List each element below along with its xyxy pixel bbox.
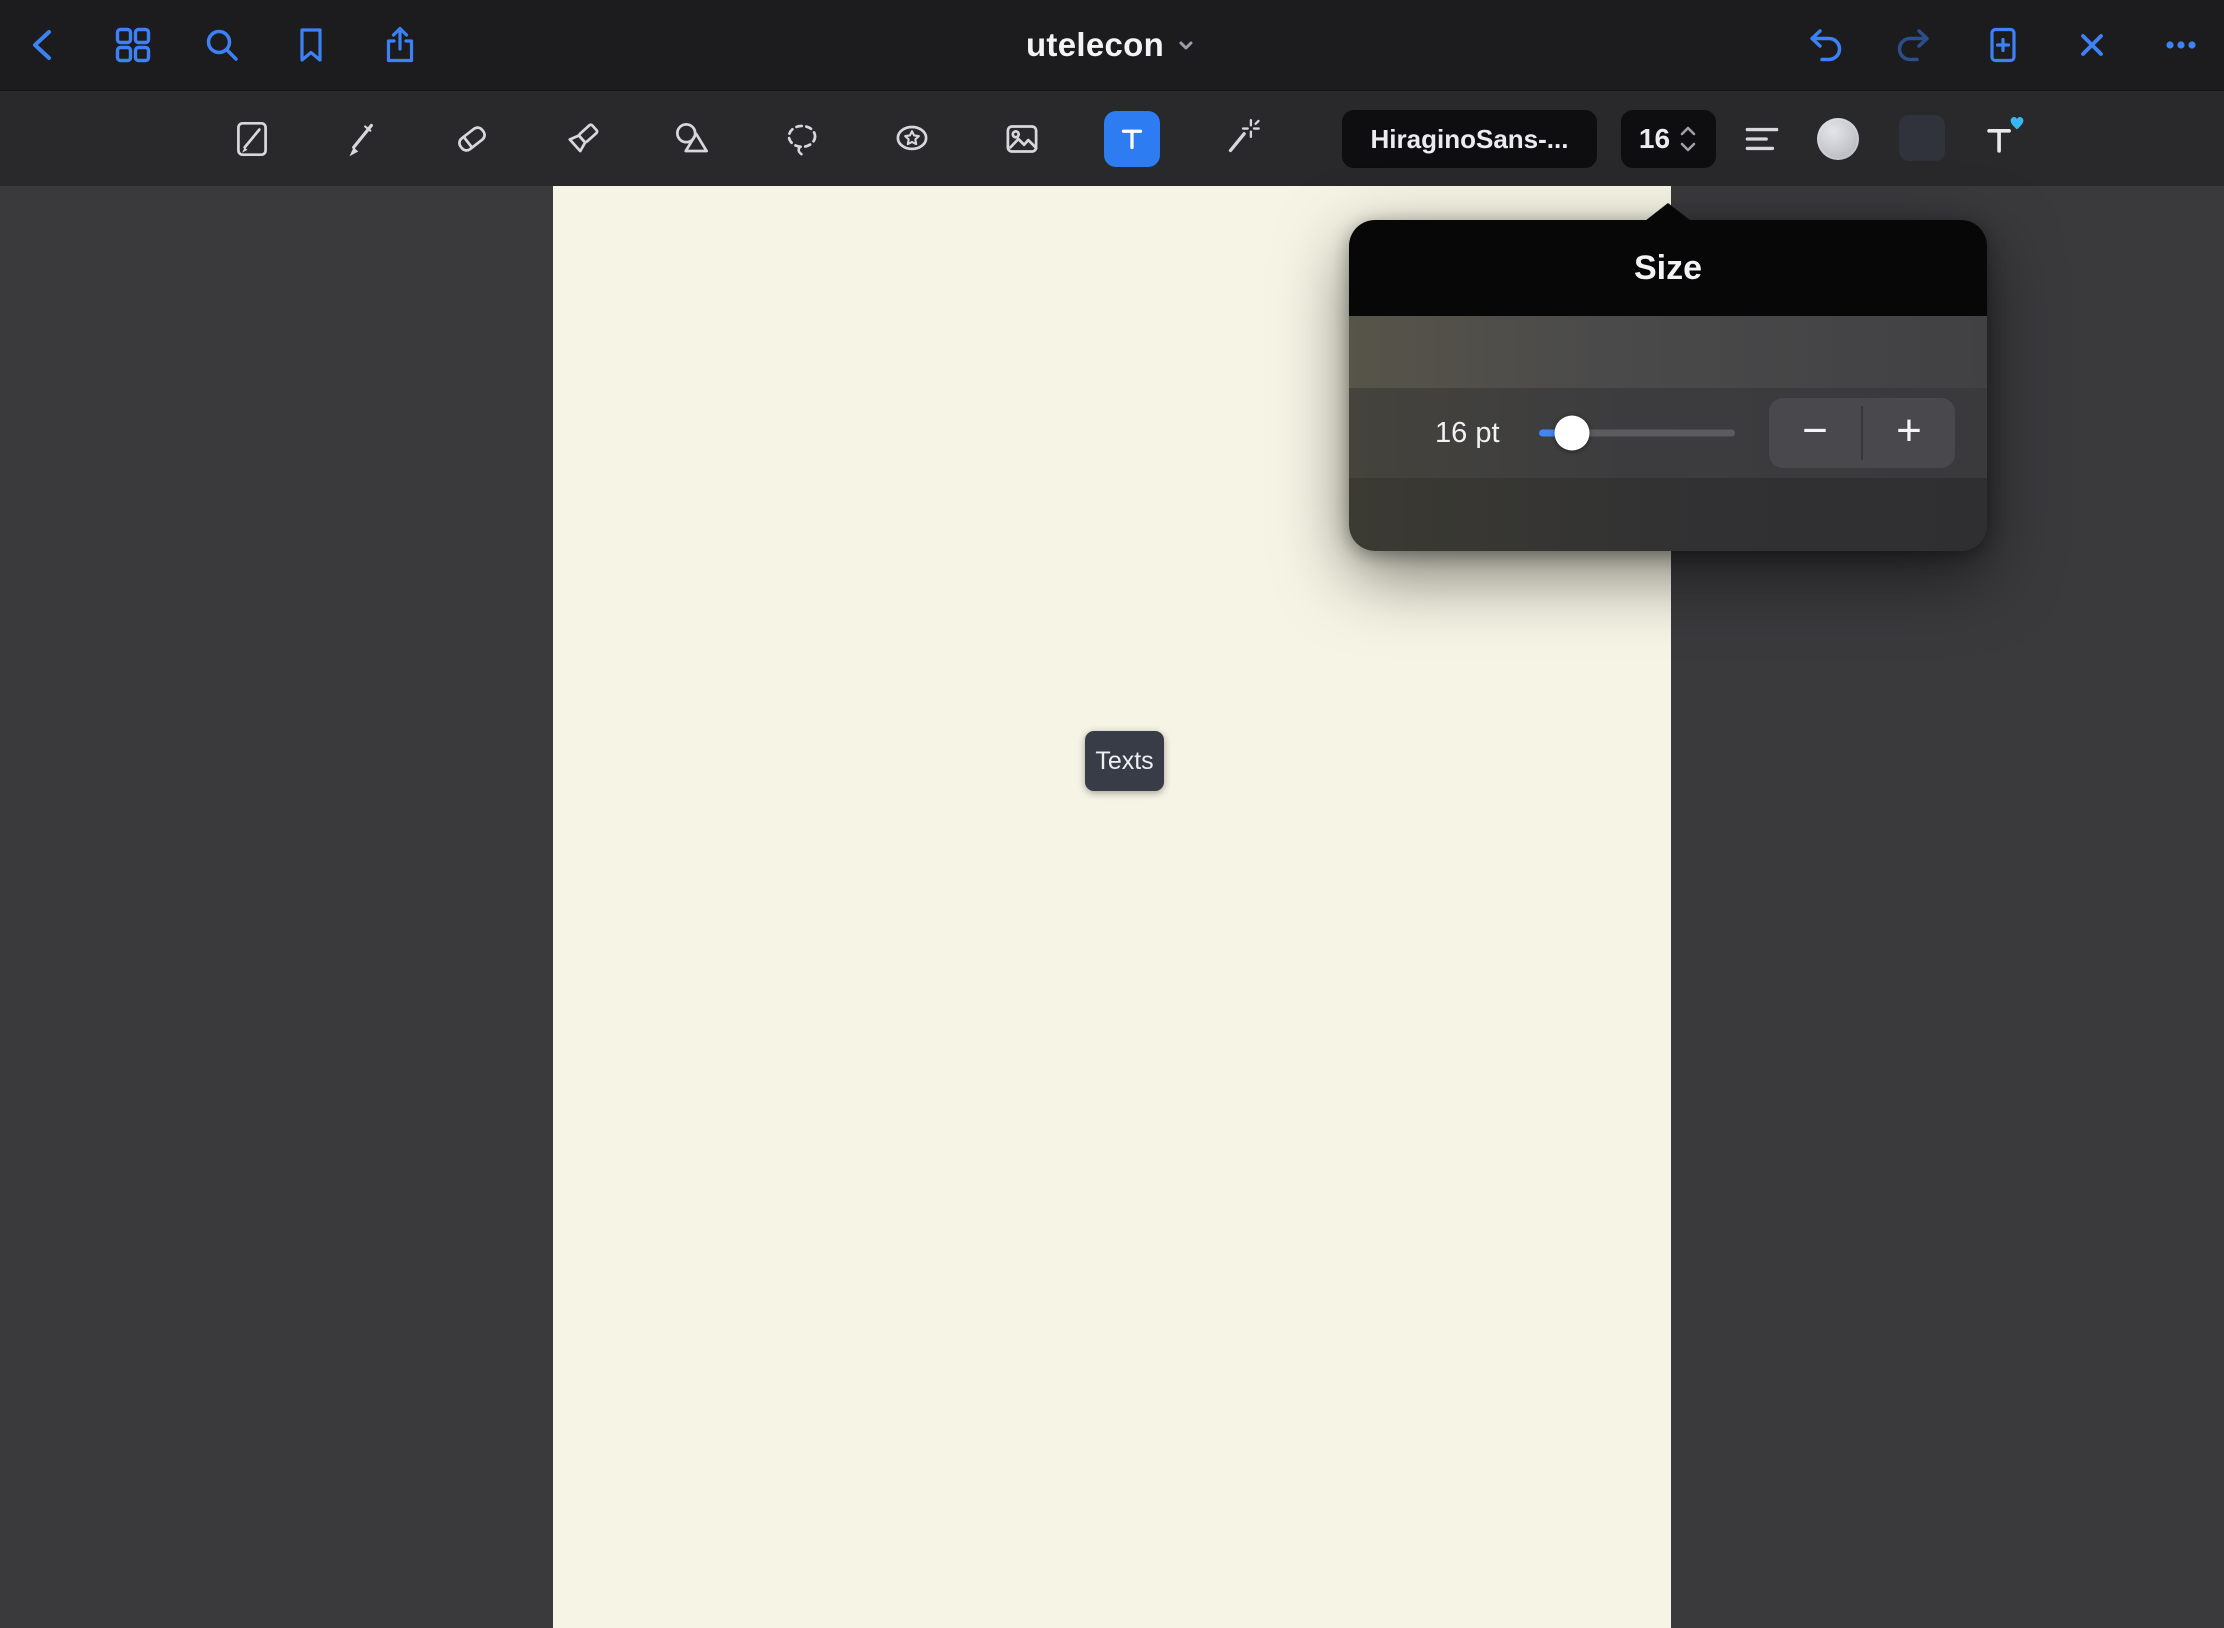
size-popover-band [1349, 316, 1987, 388]
size-control-row: 16 pt − + [1349, 388, 1987, 478]
share-icon [378, 23, 422, 67]
add-page-button[interactable] [1980, 22, 2026, 68]
app-window: utelecon [0, 0, 2224, 1628]
font-family-label: HiraginoSans-... [1371, 124, 1569, 155]
bookmark-button[interactable] [288, 22, 334, 68]
bookmark-icon [289, 23, 333, 67]
color-swatch-icon [1899, 115, 1945, 161]
font-family-button[interactable]: HiraginoSans-... [1342, 110, 1597, 168]
redo-button[interactable] [1891, 22, 1937, 68]
align-left-icon [1739, 116, 1785, 162]
size-increase-button[interactable]: + [1863, 398, 1955, 468]
size-popover-title: Size [1634, 249, 1702, 288]
size-stepper: − + [1769, 398, 1955, 468]
popover-arrow [1645, 203, 1691, 221]
pen-icon [339, 116, 385, 162]
photo-icon [999, 116, 1045, 162]
tool-bar: HiraginoSans-... 16 [0, 90, 2224, 186]
text-align-button[interactable] [1739, 116, 1785, 162]
share-button[interactable] [377, 22, 423, 68]
pen-mode-icon [229, 116, 275, 162]
font-size-button[interactable]: 16 [1621, 110, 1716, 168]
text-tool-icon [1115, 122, 1149, 156]
text-color-button[interactable] [1815, 116, 1861, 162]
close-button[interactable] [2069, 22, 2115, 68]
ellipsis-icon [2159, 23, 2203, 67]
text-tool-button[interactable] [1109, 116, 1155, 162]
page-thumbnails-button[interactable] [110, 22, 156, 68]
selected-text-element[interactable]: Texts [1085, 731, 1164, 791]
size-slider-thumb[interactable] [1555, 416, 1590, 451]
chevron-left-icon [22, 23, 66, 67]
text-tool-active-highlight [1104, 111, 1160, 167]
eraser-icon [449, 116, 495, 162]
undo-icon [1803, 23, 1847, 67]
lasso-icon [779, 116, 825, 162]
grid-icon [111, 23, 155, 67]
topbar-left-group [21, 0, 423, 90]
shapes-icon [669, 116, 715, 162]
add-page-icon [1981, 23, 2025, 67]
size-popover-footer [1349, 478, 1987, 551]
size-decrease-button[interactable]: − [1769, 398, 1861, 468]
color-circle-icon [1817, 118, 1859, 160]
topbar-right-group [1802, 0, 2204, 90]
size-value-label: 16 pt [1435, 388, 1500, 478]
more-button[interactable] [2158, 22, 2204, 68]
font-size-value: 16 [1639, 123, 1670, 155]
elements-tool-button[interactable] [889, 116, 935, 162]
redo-icon [1892, 23, 1936, 67]
close-icon [2070, 23, 2114, 67]
search-icon [200, 23, 244, 67]
document-title: utelecon [1026, 26, 1164, 64]
back-button[interactable] [21, 22, 67, 68]
shapes-tool-button[interactable] [669, 116, 715, 162]
size-popover-header: Size [1349, 220, 1987, 316]
eraser-tool-button[interactable] [449, 116, 495, 162]
text-style-favorite-button[interactable] [1977, 116, 2023, 162]
laser-pointer-tool-button[interactable] [1219, 116, 1265, 162]
highlighter-tool-button[interactable] [559, 116, 605, 162]
document-title-menu[interactable]: utelecon [1026, 0, 1198, 90]
size-popover: Size 16 pt − + [1349, 220, 1987, 551]
heart-badge-icon [2007, 113, 2027, 131]
color-swatch-button[interactable] [1899, 115, 1945, 161]
photo-tool-button[interactable] [999, 116, 1045, 162]
undo-button[interactable] [1802, 22, 1848, 68]
lasso-tool-button[interactable] [779, 116, 825, 162]
top-navigation-bar: utelecon [0, 0, 2224, 90]
chevron-down-icon [1174, 33, 1198, 57]
size-slider[interactable] [1539, 388, 1735, 478]
pen-tool-button[interactable] [339, 116, 385, 162]
search-button[interactable] [199, 22, 245, 68]
chevron-up-down-icon [1678, 122, 1698, 156]
pen-mode-tool-button[interactable] [229, 116, 275, 162]
highlighter-icon [559, 116, 605, 162]
laser-pointer-icon [1219, 116, 1265, 162]
drawing-tools-group [229, 91, 1265, 187]
elements-sticker-icon [889, 116, 935, 162]
